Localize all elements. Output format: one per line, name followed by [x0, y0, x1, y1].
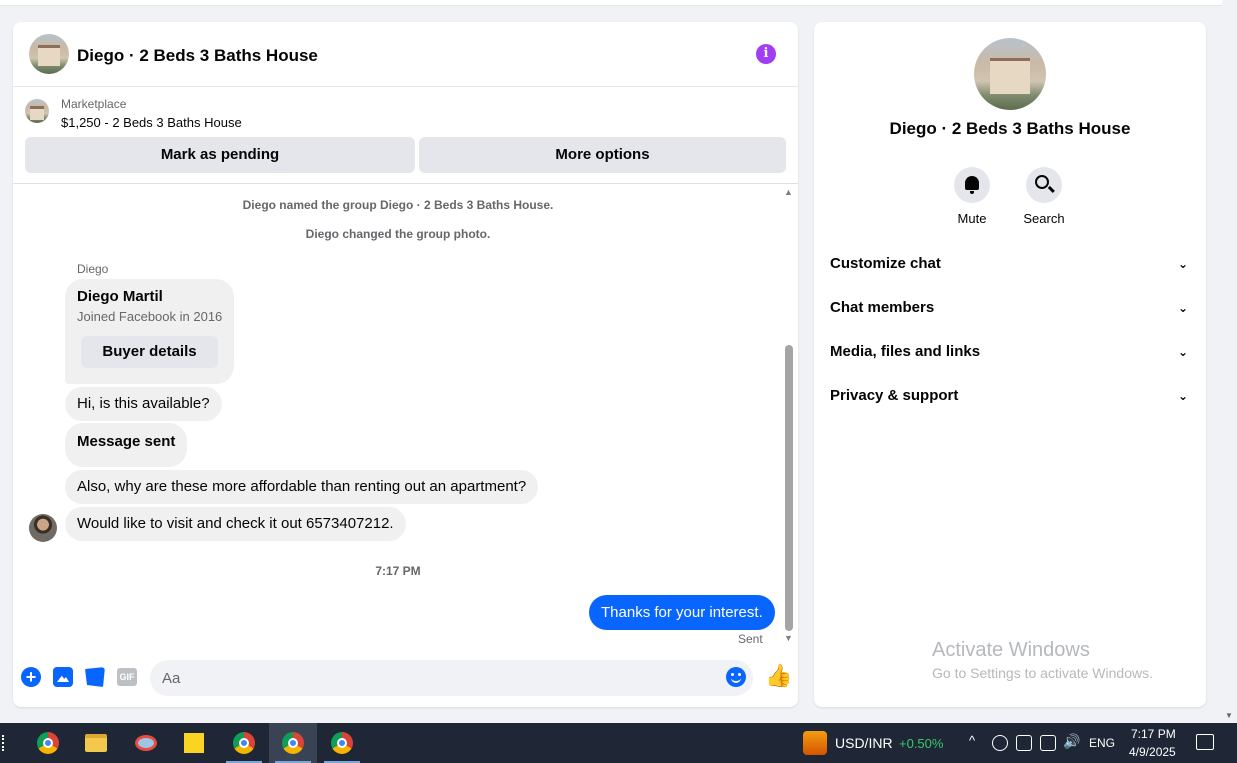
section-label: Privacy & support	[830, 387, 959, 404]
listing-title[interactable]: $1,250 - 2 Beds 3 Baths House	[61, 115, 242, 130]
notification-icon[interactable]	[1196, 734, 1214, 750]
language-indicator[interactable]: ENG	[1089, 736, 1115, 750]
incoming-message[interactable]: Also, why are these more affordable than…	[65, 470, 539, 504]
chevron-down-icon: ⌄	[1177, 345, 1188, 359]
chevron-down-icon: ⌄	[1177, 389, 1188, 403]
like-icon[interactable]: 👍	[765, 665, 792, 687]
scrollbar-thumb[interactable]	[785, 345, 793, 631]
section-label: Customize chat	[830, 255, 941, 272]
sender-name: Diego	[77, 262, 109, 276]
taskbar-app-chrome[interactable]	[220, 723, 268, 763]
volume-icon[interactable]: 🔊	[1063, 733, 1080, 750]
section-chat-members[interactable]: Chat members ⌄	[830, 286, 1190, 330]
mark-as-pending-button[interactable]: Mark as pending	[25, 137, 415, 173]
file-explorer-icon	[85, 734, 107, 752]
scroll-down-arrow-icon[interactable]: ▼	[784, 633, 793, 643]
stock-ticker-icon[interactable]	[803, 731, 827, 755]
scroll-down-arrow-icon[interactable]: ▼	[1225, 711, 1233, 720]
outgoing-message[interactable]: Thanks for your interest.	[589, 595, 775, 630]
gif-icon[interactable]: GIF	[117, 668, 137, 686]
taskbar-app-sticky-notes[interactable]	[170, 723, 218, 763]
incoming-message[interactable]: Message sent	[65, 423, 188, 467]
activate-windows-subtitle: Go to Settings to activate Windows.	[932, 665, 1153, 681]
buyer-joined: Joined Facebook in 2016	[77, 309, 223, 324]
system-message: Diego named the group Diego · 2 Beds 3 B…	[242, 198, 554, 212]
chat-title[interactable]: Diego · 2 Beds 3 Baths House	[77, 46, 318, 66]
buyer-details-button[interactable]: Buyer details	[81, 336, 218, 368]
search-button[interactable]	[1026, 167, 1062, 203]
taskbar-app-chrome[interactable]	[318, 723, 366, 763]
group-avatar[interactable]	[29, 34, 69, 74]
ticker-name[interactable]: USD/INR	[835, 735, 893, 751]
chat-panel: Diego · 2 Beds 3 Baths House i Marketpla…	[13, 22, 798, 707]
plus-icon[interactable]: +	[21, 667, 41, 687]
section-label: Media, files and links	[830, 343, 981, 360]
chevron-down-icon: ⌄	[1177, 301, 1188, 315]
chrome-icon	[37, 732, 59, 754]
system-message: Diego changed the group photo.	[305, 227, 491, 241]
search-icon	[1035, 175, 1049, 189]
listing-thumbnail[interactable]	[25, 99, 49, 123]
messages-scrollbar[interactable]: ▲ ▼	[783, 187, 795, 643]
chrome-icon	[331, 732, 353, 754]
clock-time[interactable]: 7:17 PM	[1131, 727, 1176, 741]
taskbar-app-chrome-active[interactable]	[269, 723, 317, 763]
meet-icon[interactable]	[992, 735, 1008, 751]
buyer-profile-card: Diego Martil Joined Facebook in 2016 Buy…	[65, 279, 234, 384]
more-options-button[interactable]: More options	[419, 137, 786, 173]
chrome-icon	[282, 732, 304, 754]
sticker-icon[interactable]	[85, 667, 105, 687]
chat-header: Diego · 2 Beds 3 Baths House i	[13, 22, 798, 87]
section-media-files-links[interactable]: Media, files and links ⌄	[830, 330, 1190, 374]
snipping-tool-icon	[135, 735, 157, 751]
group-photo[interactable]	[974, 38, 1046, 110]
chevron-down-icon: ⌄	[1177, 257, 1188, 271]
taskbar-app-file-explorer[interactable]	[72, 723, 120, 763]
bell-icon	[965, 176, 979, 194]
info-icon[interactable]: i	[756, 44, 776, 64]
mute-action[interactable]: Mute	[942, 167, 1002, 226]
search-label: Search	[1023, 211, 1065, 226]
sticky-notes-icon	[184, 733, 204, 753]
mute-button[interactable]	[954, 167, 990, 203]
show-hidden-icons-icon[interactable]: ^	[969, 733, 975, 748]
marketplace-listing: Marketplace $1,250 - 2 Beds 3 Baths Hous…	[13, 88, 798, 184]
chrome-icon	[233, 732, 255, 754]
group-title: Diego · 2 Beds 3 Baths House	[889, 119, 1131, 138]
section-label: Chat members	[830, 299, 935, 316]
photo-icon[interactable]	[53, 667, 73, 687]
buyer-name: Diego Martil	[77, 288, 163, 305]
emoji-icon[interactable]	[726, 667, 746, 687]
taskbar-app-chrome[interactable]	[24, 723, 72, 763]
message-input[interactable]	[150, 660, 753, 696]
search-action[interactable]: Search	[1014, 167, 1074, 226]
incoming-message[interactable]: Hi, is this available?	[65, 387, 222, 421]
sender-avatar[interactable]	[29, 514, 57, 542]
ticker-change[interactable]: +0.50%	[899, 736, 943, 751]
taskbar-search-handle[interactable]	[2, 735, 5, 751]
network-icon[interactable]	[1040, 735, 1056, 751]
windows-taskbar: USD/INR +0.50% ^ 🔊 ENG 7:17 PM 4/9/2025	[0, 723, 1237, 763]
scroll-up-arrow-icon[interactable]: ▲	[784, 187, 793, 197]
mute-label: Mute	[957, 211, 987, 226]
section-privacy-support[interactable]: Privacy & support ⌄	[830, 374, 1190, 418]
section-customize-chat[interactable]: Customize chat ⌄	[830, 242, 1190, 286]
screen-capture-icon[interactable]	[1016, 735, 1032, 751]
conversation-info-panel: Diego · 2 Beds 3 Baths House Mute Search…	[814, 22, 1206, 707]
message-composer: + GIF 👍	[13, 655, 798, 707]
taskbar-app-snipping-tool[interactable]	[122, 723, 170, 763]
clock-date[interactable]: 4/9/2025	[1129, 745, 1176, 759]
delivery-status: Sent	[738, 632, 763, 646]
message-timestamp: 7:17 PM	[375, 564, 421, 578]
page-scrollbar[interactable]: ▼	[1222, 0, 1237, 723]
activate-windows-title: Activate Windows	[932, 639, 1090, 661]
incoming-message[interactable]: Would like to visit and check it out 657…	[65, 507, 406, 541]
top-strip	[0, 0, 1222, 6]
listing-source: Marketplace	[61, 97, 127, 111]
